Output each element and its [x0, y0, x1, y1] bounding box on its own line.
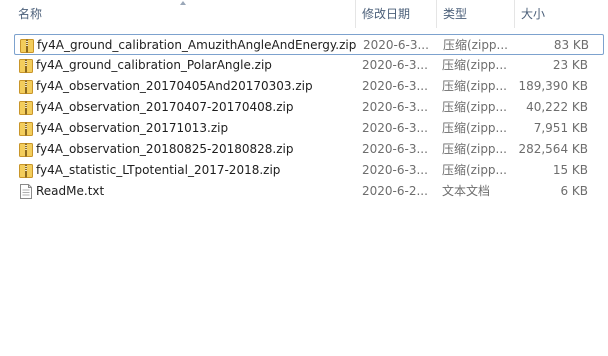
zip-folder-icon — [19, 100, 33, 115]
file-modified: 2020-6-3... — [363, 38, 429, 52]
file-row[interactable]: fy4A_ground_calibration_AmuzithAngleAndE… — [14, 34, 604, 55]
file-size: 40,222 KB — [526, 100, 588, 114]
file-row[interactable]: fy4A_observation_20170405And20170303.zip… — [14, 76, 604, 97]
column-header-type[interactable]: 类型 — [439, 0, 513, 28]
file-name: ReadMe.txt — [36, 184, 105, 198]
file-modified: 2020-6-3... — [362, 121, 428, 135]
file-modified: 2020-6-3... — [362, 58, 428, 72]
column-divider[interactable] — [355, 0, 356, 28]
file-size: 83 KB — [553, 38, 589, 52]
file-name: fy4A_statistic_LTpotential_2017-2018.zip — [36, 163, 281, 177]
file-type: 压缩(zipp... — [442, 58, 507, 72]
zip-folder-icon — [19, 163, 33, 178]
file-type: 压缩(zipp... — [442, 121, 507, 135]
file-name: fy4A_ground_calibration_AmuzithAngleAndE… — [37, 38, 357, 52]
file-modified: 2020-6-3... — [362, 79, 428, 93]
zip-folder-icon — [19, 79, 33, 94]
column-header-size[interactable]: 大小 — [517, 0, 597, 28]
file-size: 282,564 KB — [518, 142, 588, 156]
file-modified: 2020-6-3... — [362, 163, 428, 177]
file-row[interactable]: ReadMe.txt 2020-6-2... 文本文档 6 KB — [14, 181, 604, 202]
zip-folder-icon — [20, 38, 34, 53]
file-row[interactable]: fy4A_observation_20170407-20170408.zip 2… — [14, 97, 604, 118]
file-type: 压缩(zipp... — [442, 163, 507, 177]
file-name: fy4A_observation_20180825-20180828.zip — [36, 142, 294, 156]
file-modified: 2020-6-3... — [362, 142, 428, 156]
file-size: 15 KB — [552, 163, 588, 177]
file-type: 压缩(zipp... — [442, 100, 507, 114]
file-name: fy4A_ground_calibration_PolarAngle.zip — [36, 58, 272, 72]
column-divider[interactable] — [436, 0, 437, 28]
file-size: 7,951 KB — [533, 121, 588, 135]
file-size: 189,390 KB — [518, 79, 588, 93]
column-header-name[interactable]: 名称 — [14, 0, 354, 28]
column-header-bar: 名称 修改日期 类型 大小 — [0, 0, 608, 28]
file-modified: 2020-6-3... — [362, 100, 428, 114]
file-type: 文本文档 — [442, 184, 491, 198]
file-row[interactable]: fy4A_observation_20171013.zip 2020-6-3..… — [14, 118, 604, 139]
column-header-modified[interactable]: 修改日期 — [358, 0, 436, 28]
file-type: 压缩(zipp... — [442, 142, 507, 156]
zip-folder-icon — [19, 58, 33, 73]
file-row[interactable]: fy4A_statistic_LTpotential_2017-2018.zip… — [14, 160, 604, 181]
file-type: 压缩(zipp... — [443, 38, 508, 52]
zip-folder-icon — [19, 142, 33, 157]
file-row[interactable]: fy4A_observation_20180825-20180828.zip 2… — [14, 139, 604, 160]
text-file-icon — [19, 184, 33, 199]
column-divider[interactable] — [514, 0, 515, 28]
file-name: fy4A_observation_20171013.zip — [36, 121, 229, 135]
file-type: 压缩(zipp... — [442, 79, 507, 93]
file-modified: 2020-6-2... — [362, 184, 428, 198]
zip-folder-icon — [19, 121, 33, 136]
file-size: 23 KB — [552, 58, 588, 72]
file-size: 6 KB — [560, 184, 588, 198]
file-name: fy4A_observation_20170407-20170408.zip — [36, 100, 294, 114]
file-row[interactable]: fy4A_ground_calibration_PolarAngle.zip 2… — [14, 55, 604, 76]
file-name: fy4A_observation_20170405And20170303.zip — [36, 79, 313, 93]
